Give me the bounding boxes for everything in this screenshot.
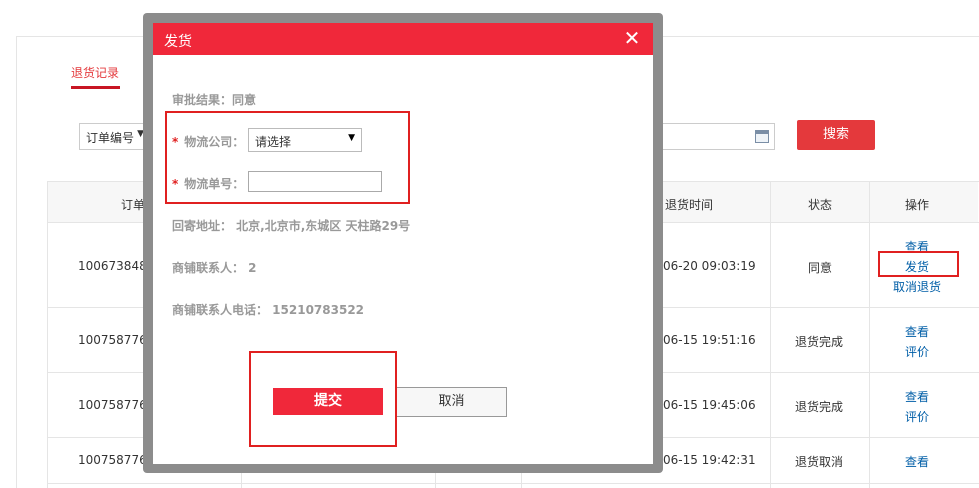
dialog-title: 发货 [164, 34, 192, 50]
header-status: 状态 [808, 198, 833, 212]
header-return-time: 退货时间 [665, 198, 714, 212]
shop-contact-phone: 商铺联系人电话： 15210783522 [172, 303, 365, 317]
date-input[interactable] [655, 123, 775, 150]
filter-type-label: 订单编号 [86, 131, 135, 145]
return-time: 06-15 19:51:16 [663, 333, 756, 347]
form-fields-highlight [165, 111, 410, 204]
order-number: 100758776 [78, 398, 147, 412]
dialog-header: 发货 ✕ [153, 23, 653, 55]
review-link[interactable]: 评价 [869, 408, 965, 425]
status-text: 退货完成 [795, 400, 844, 414]
status-text: 同意 [808, 261, 833, 275]
cancel-button[interactable]: 取消 [396, 387, 507, 417]
calendar-icon[interactable] [755, 130, 769, 143]
shop-contact: 商铺联系人： 2 [172, 261, 257, 275]
return-address: 回寄地址： 北京,北京市,东城区 天柱路29号 [172, 219, 411, 233]
header-actions: 操作 [905, 198, 930, 212]
return-time: 06-15 19:42:31 [663, 453, 756, 467]
order-number: 100758776 [78, 333, 147, 347]
view-link[interactable]: 查看 [869, 323, 965, 340]
filter-type-select[interactable]: 订单编号 ▼ [79, 123, 149, 150]
order-number: 100758776 [78, 453, 147, 467]
close-icon[interactable]: ✕ [621, 27, 643, 49]
return-time: 06-20 09:03:19 [663, 259, 756, 273]
submit-button-highlight [249, 351, 397, 447]
page: 退货记录 订单编号 ▼ 搜索 订单 退货时间 状态 操作 100673848 0… [0, 0, 979, 488]
tab-active-indicator [71, 86, 120, 89]
view-link[interactable]: 查看 [869, 453, 965, 470]
ship-link-highlight [878, 251, 959, 277]
return-time: 06-15 19:45:06 [663, 398, 756, 412]
view-link[interactable]: 查看 [869, 388, 965, 405]
approval-result: 审批结果：同意 [172, 93, 257, 107]
cancel-return-link[interactable]: 取消退货 [869, 278, 965, 295]
status-text: 退货取消 [795, 455, 844, 469]
status-text: 退货完成 [795, 335, 844, 349]
column-divider [770, 181, 771, 488]
review-link[interactable]: 评价 [869, 343, 965, 360]
order-number: 100673848 [78, 259, 147, 273]
header-order: 订单 [121, 198, 146, 212]
search-button[interactable]: 搜索 [797, 120, 875, 150]
row-divider [47, 483, 979, 484]
tab-return-records[interactable]: 退货记录 [71, 64, 119, 81]
